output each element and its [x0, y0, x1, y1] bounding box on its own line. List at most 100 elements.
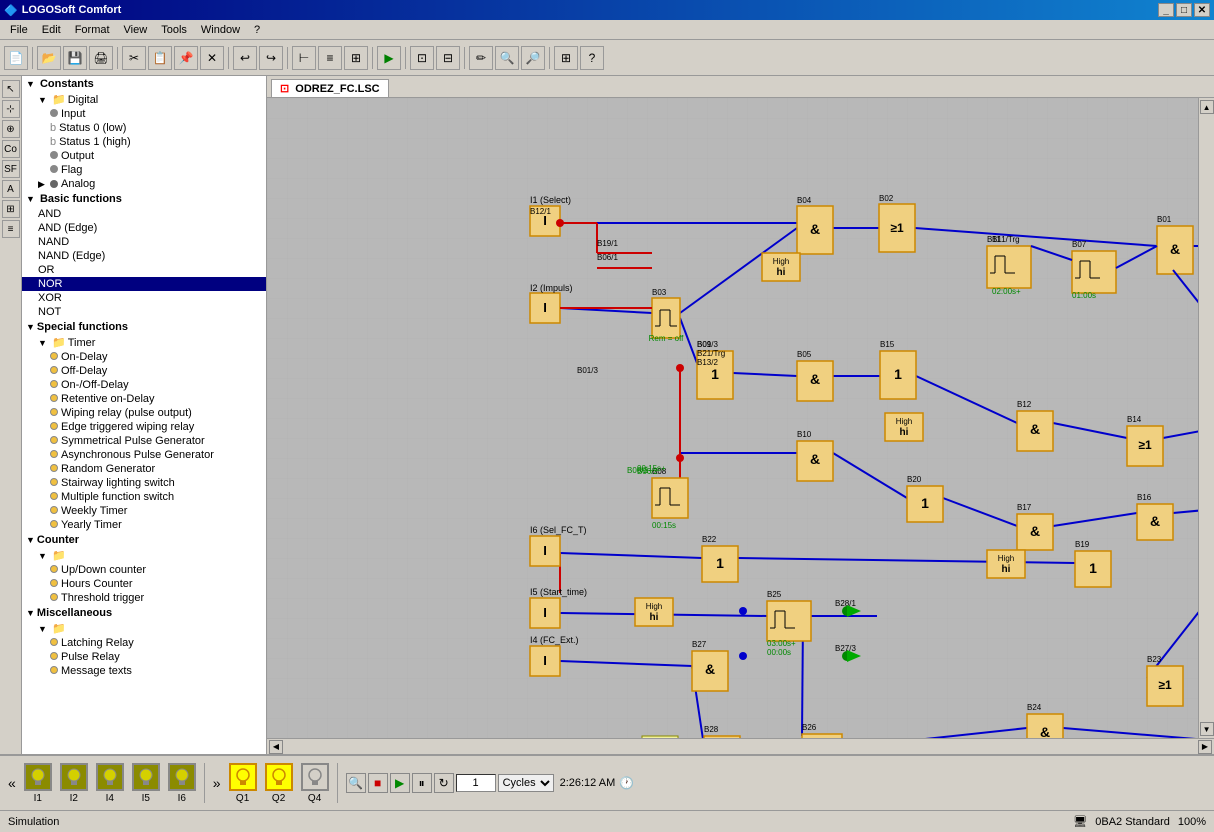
tree-item-input[interactable]: Input [22, 107, 266, 121]
io-bulb-I4[interactable] [96, 763, 124, 791]
tree-item-hours[interactable]: Hours Counter [22, 577, 266, 591]
tree-item-stairway[interactable]: Stairway lighting switch [22, 476, 266, 490]
redo-button[interactable]: ↪ [259, 46, 283, 70]
tree-item-andedge[interactable]: AND (Edge) [22, 221, 266, 235]
print-button[interactable]: 🖨 [89, 46, 113, 70]
tree-item-randomgen[interactable]: Random Generator [22, 462, 266, 476]
tab-odrez[interactable]: ⊡ ODREZ_FC.LSC [271, 79, 389, 97]
io-bulb-I1[interactable] [24, 763, 52, 791]
io-item-I6[interactable]: I6 [168, 763, 196, 804]
tree-item-offdelay[interactable]: Off-Delay [22, 364, 266, 378]
tree-item-basicfunctions[interactable]: ▼ Basic functions [22, 191, 266, 207]
nav-next[interactable]: » [213, 775, 221, 791]
menu-help[interactable]: ? [248, 22, 266, 38]
io-item-Q4[interactable]: Q4 [301, 763, 329, 804]
tree-item-updown[interactable]: Up/Down counter [22, 563, 266, 577]
menu-format[interactable]: Format [69, 22, 116, 38]
paste-button[interactable]: 📌 [174, 46, 198, 70]
sim-cycles-input[interactable] [456, 774, 496, 792]
io-bulb-I6[interactable] [168, 763, 196, 791]
minimize-button[interactable]: _ [1158, 3, 1174, 17]
new-button[interactable]: 📄 [4, 46, 28, 70]
undo-button[interactable]: ↩ [233, 46, 257, 70]
sim-stop-button[interactable]: ■ [368, 773, 388, 793]
tree-item-timer[interactable]: ▼ 📁Timer [22, 335, 266, 350]
tree-item-weeklytimer[interactable]: Weekly Timer [22, 504, 266, 518]
tree-item-analog[interactable]: ▶ Analog [22, 177, 266, 191]
zoomin-button[interactable]: 🔎 [521, 46, 545, 70]
tree-item-nandedge[interactable]: NAND (Edge) [22, 249, 266, 263]
save-button[interactable]: 💾 [63, 46, 87, 70]
tree-item-or[interactable]: OR [22, 263, 266, 277]
pencil-button[interactable]: ✏ [469, 46, 493, 70]
copy-button[interactable]: 📋 [148, 46, 172, 70]
vt-tool8[interactable]: ≡ [2, 220, 20, 238]
tree-item-retentiveon[interactable]: Retentive on-Delay [22, 392, 266, 406]
io-bulb-Q1[interactable] [229, 763, 257, 791]
delete-button[interactable]: ✕ [200, 46, 224, 70]
nav-prev[interactable]: « [8, 775, 16, 791]
tree-item-pulse[interactable]: Pulse Relay [22, 650, 266, 664]
tree-item-asyncpulse[interactable]: Asynchronous Pulse Generator [22, 448, 266, 462]
param-button[interactable]: ⊞ [554, 46, 578, 70]
menu-window[interactable]: Window [195, 22, 246, 38]
tree-item-edgewiping[interactable]: Edge triggered wiping relay [22, 420, 266, 434]
tree-item-constants[interactable]: ▼ Constants [22, 76, 266, 92]
tree-item-multiswitch[interactable]: Multiple function switch [22, 490, 266, 504]
tree-item-output[interactable]: Output [22, 149, 266, 163]
maximize-button[interactable]: □ [1176, 3, 1192, 17]
vt-tool7[interactable]: ⊞ [2, 200, 20, 218]
tree-item-onoffdelay[interactable]: On-/Off-Delay [22, 378, 266, 392]
vt-tool5[interactable]: SF [2, 160, 20, 178]
vt-tool2[interactable]: ⊹ [2, 100, 20, 118]
menu-view[interactable]: View [118, 22, 154, 38]
io-item-Q1[interactable]: Q1 [229, 763, 257, 804]
tree-item-status1[interactable]: bStatus 1 (high) [22, 135, 266, 149]
tree-item-latching[interactable]: Latching Relay [22, 636, 266, 650]
io-bulb-Q4[interactable] [301, 763, 329, 791]
vertical-scrollbar[interactable]: ▲ ▼ [1198, 98, 1214, 738]
diagram-canvas[interactable]: 02:00s+ I I1 (Select) B12/1 I I2 (Impuls… [267, 98, 1198, 738]
sim2-button[interactable]: ⊟ [436, 46, 460, 70]
vt-tool6[interactable]: A [2, 180, 20, 198]
run-button[interactable]: ▶ [377, 46, 401, 70]
tree-item-not[interactable]: NOT [22, 305, 266, 319]
tree-item-miscellaneous[interactable]: ▼Miscellaneous [22, 605, 266, 621]
sim-pause-button[interactable]: ⏸ [412, 773, 432, 793]
tree-item-misc-folder[interactable]: ▼ 📁 [22, 621, 266, 636]
open-button[interactable]: 📂 [37, 46, 61, 70]
io-item-Q2[interactable]: Q2 [265, 763, 293, 804]
tree-item-yearlytimer[interactable]: Yearly Timer [22, 518, 266, 532]
sim-cycles-select[interactable]: Cycles [498, 774, 554, 792]
align-button[interactable]: ⊢ [292, 46, 316, 70]
io-item-I2[interactable]: I2 [60, 763, 88, 804]
scroll-left-button[interactable]: ◀ [269, 740, 283, 754]
tree-item-flag[interactable]: Flag [22, 163, 266, 177]
tree-item-threshold[interactable]: Threshold trigger [22, 591, 266, 605]
tree-item-message[interactable]: Message texts [22, 664, 266, 678]
sim-play-button[interactable]: ▶ [390, 773, 410, 793]
tree-item-and[interactable]: AND [22, 207, 266, 221]
zoomout-button[interactable]: 🔍 [495, 46, 519, 70]
tree-item-nor[interactable]: NOR [22, 277, 266, 291]
tree-item-symmpulse[interactable]: Symmetrical Pulse Generator [22, 434, 266, 448]
io-item-I4[interactable]: I4 [96, 763, 124, 804]
menu-tools[interactable]: Tools [155, 22, 193, 38]
tree-item-specialfunctions[interactable]: ▼Special functions [22, 319, 266, 335]
sim1-button[interactable]: ⊡ [410, 46, 434, 70]
scroll-up-button[interactable]: ▲ [1200, 100, 1214, 114]
tree-item-wipingrelay[interactable]: Wiping relay (pulse output) [22, 406, 266, 420]
grid-button[interactable]: ⊞ [344, 46, 368, 70]
tree-item-status0[interactable]: bStatus 0 (low) [22, 121, 266, 135]
sim-step-button[interactable]: ↻ [434, 773, 454, 793]
help-button[interactable]: ? [580, 46, 604, 70]
vt-tool4[interactable]: Co [2, 140, 20, 158]
close-button[interactable]: ✕ [1194, 3, 1210, 17]
distribute-button[interactable]: ≡ [318, 46, 342, 70]
sim-search-button[interactable]: 🔍 [346, 773, 366, 793]
vt-select[interactable]: ↖ [2, 80, 20, 98]
scroll-down-button[interactable]: ▼ [1200, 722, 1214, 736]
io-bulb-I2[interactable] [60, 763, 88, 791]
tree-item-counter-folder[interactable]: ▼ 📁 [22, 548, 266, 563]
io-item-I5[interactable]: I5 [132, 763, 160, 804]
